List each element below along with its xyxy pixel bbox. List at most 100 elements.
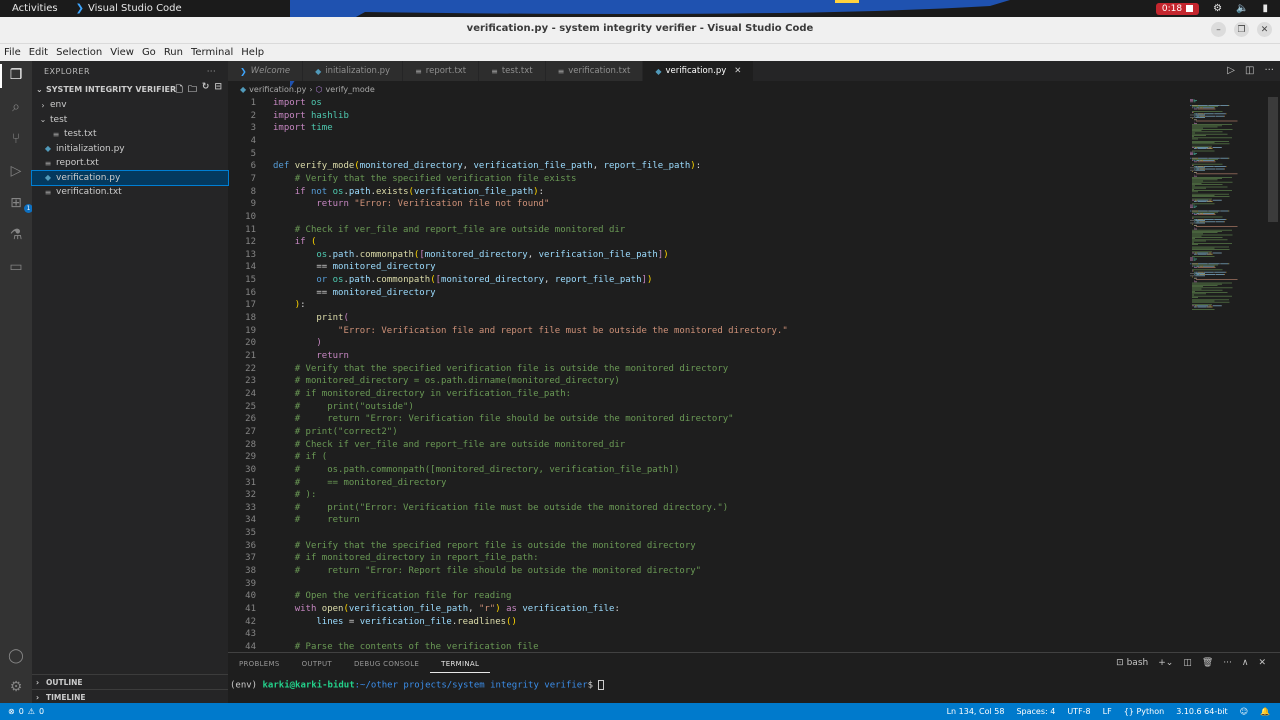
code-token: : — [538, 186, 545, 197]
close-tab-icon[interactable]: ✕ — [734, 66, 741, 76]
tree-item-env[interactable]: › env — [32, 98, 228, 113]
refresh-icon[interactable]: ↻ — [202, 82, 210, 98]
new-file-icon[interactable]: 🗋 — [176, 82, 183, 98]
collapse-all-icon[interactable]: ⊟ — [214, 82, 222, 98]
tab-verification-txt[interactable]: ≡ verification.txt — [545, 61, 644, 81]
tab-output[interactable]: OUTPUT — [291, 660, 343, 668]
source-control-icon[interactable]: ⑂ — [7, 130, 25, 148]
network-icon[interactable]: ⚙ — [1213, 3, 1222, 14]
tab-initialization-py[interactable]: ◆ initialization.py — [303, 61, 404, 81]
tab-test-txt[interactable]: ≡ test.txt — [479, 61, 546, 81]
split-editor-icon[interactable]: ◫ — [1245, 65, 1254, 76]
end-of-line[interactable]: LF — [1103, 707, 1112, 716]
panel-tabs: PROBLEMS OUTPUT DEBUG CONSOLE TERMINAL — [228, 653, 491, 675]
code-editor[interactable]: 1 import os 2 import hashlib 3 import time 4 5 6… — [228, 97, 1188, 652]
minimap-line — [1207, 253, 1212, 255]
tab-report-txt[interactable]: ≡ report.txt — [403, 61, 480, 81]
menu-go[interactable]: Go — [138, 47, 160, 58]
split-terminal-icon[interactable]: ◫ — [1183, 658, 1192, 668]
minimap-line — [1214, 271, 1226, 273]
notifications-icon[interactable]: 🔔 — [1260, 707, 1270, 716]
line-number: 3 — [250, 123, 256, 134]
close-window-button[interactable]: ✕ — [1257, 22, 1272, 37]
timeline-section[interactable]: › TIMELINE — [32, 689, 228, 704]
menu-view[interactable]: View — [106, 47, 138, 58]
menu-terminal[interactable]: Terminal — [187, 47, 237, 58]
minimap-line — [1193, 265, 1195, 267]
minimap[interactable] — [1188, 97, 1268, 652]
clock[interactable]: Feb 12 23:03 — [605, 4, 664, 14]
activities-button[interactable]: Activities — [0, 3, 70, 14]
cursor-position[interactable]: Ln 134, Col 58 — [947, 707, 1005, 716]
app-menu[interactable]: ❯ Visual Studio Code — [70, 3, 188, 14]
more-icon[interactable]: ··· — [1264, 65, 1274, 76]
outline-section[interactable]: › OUTLINE — [32, 674, 228, 689]
python-interpreter[interactable]: 3.10.6 64-bit — [1176, 707, 1228, 716]
close-panel-icon[interactable]: ✕ — [1258, 658, 1266, 668]
menu-file[interactable]: File — [0, 47, 25, 58]
code-token: report_file_path — [603, 161, 691, 172]
editor-scrollbar[interactable] — [1268, 97, 1278, 222]
recording-indicator[interactable]: 0:18 — [1155, 2, 1200, 15]
more-actions-icon[interactable]: ··· — [207, 67, 216, 76]
workspace-section[interactable]: ⌄ SYSTEM INTEGRITY VERIFIER 🗋 🗀 ↻ ⊟ — [32, 81, 228, 98]
tab-debug-console[interactable]: DEBUG CONSOLE — [343, 660, 430, 668]
minimap-line — [1193, 257, 1195, 259]
settings-gear-icon[interactable]: ⚙ — [7, 678, 25, 696]
code-line: 13 os.path.commonpath([monitored_directo… — [228, 249, 1188, 262]
remote-explorer-icon[interactable]: ▭ — [7, 258, 25, 276]
maximize-button[interactable]: ❐ — [1234, 22, 1249, 37]
battery-icon[interactable]: ▮ — [1262, 3, 1268, 14]
tab-terminal[interactable]: TERMINAL — [430, 655, 491, 673]
minimap-line — [1193, 107, 1195, 109]
more-icon[interactable]: ··· — [1223, 658, 1232, 668]
minimap-line — [1196, 168, 1197, 170]
search-icon[interactable]: ⌕ — [7, 98, 25, 116]
tab-verification-py[interactable]: ◆ verification.py ✕ — [643, 61, 755, 81]
minimap-line — [1192, 196, 1230, 197]
explorer-icon[interactable]: ❐ — [7, 66, 25, 84]
tree-item-verification-py[interactable]: ◆ verification.py — [31, 169, 229, 186]
minimap-line — [1192, 235, 1202, 237]
tab-welcome[interactable]: ❯ Welcome — [228, 61, 304, 81]
feedback-icon[interactable]: ☺ — [1240, 707, 1248, 716]
extensions-icon[interactable]: ⊞ 1 — [7, 194, 33, 213]
menu-selection[interactable]: Selection — [52, 47, 106, 58]
minimap-line — [1225, 271, 1226, 273]
problems-status[interactable]: ⊗ 0 ⚠ 0 — [0, 707, 44, 716]
minimap-line — [1194, 225, 1197, 226]
menu-help[interactable]: Help — [237, 47, 268, 58]
kill-terminal-icon[interactable]: 🗑 — [1202, 658, 1213, 668]
language-mode[interactable]: {} Python — [1124, 707, 1164, 716]
new-folder-icon[interactable]: 🗀 — [188, 82, 197, 98]
minimize-button[interactable]: – — [1211, 22, 1226, 37]
maximize-panel-icon[interactable]: ∧ — [1242, 658, 1249, 668]
breadcrumb-file[interactable]: verification.py — [249, 85, 306, 94]
terminal-shell[interactable]: ⊡ bash — [1116, 658, 1148, 668]
tree-item-verification-txt[interactable]: ≡ verification.txt — [32, 185, 228, 200]
minimap-line — [1192, 171, 1193, 172]
tab-problems[interactable]: PROBLEMS — [228, 660, 291, 668]
menu-run[interactable]: Run — [160, 47, 187, 58]
run-debug-icon[interactable]: ▷ — [7, 162, 25, 180]
tree-item-test[interactable]: ⌄ test — [32, 113, 228, 128]
encoding[interactable]: UTF-8 — [1067, 707, 1090, 716]
tree-item-test-txt[interactable]: ≡ test.txt — [32, 127, 228, 142]
menu-edit[interactable]: Edit — [25, 47, 52, 58]
tab-label: test.txt — [501, 66, 533, 76]
tree-item-initialization-py[interactable]: ◆ initialization.py — [32, 142, 228, 157]
tree-item-report-txt[interactable]: ≡ report.txt — [32, 156, 228, 171]
indentation[interactable]: Spaces: 4 — [1016, 707, 1055, 716]
run-file-icon[interactable]: ▷ — [1227, 65, 1235, 76]
minimap-line — [1214, 213, 1215, 214]
testing-icon[interactable]: ⚗ — [7, 226, 25, 244]
new-terminal-icon[interactable]: +⌄ — [1158, 658, 1173, 668]
minimap-line — [1199, 107, 1200, 109]
volume-icon[interactable]: 🔈 — [1236, 3, 1248, 14]
account-icon[interactable]: ◯ — [7, 647, 25, 665]
breadcrumb-symbol[interactable]: verify_mode — [326, 85, 375, 94]
terminal-output[interactable]: (env) karki@karki-bidut:~/other projects… — [230, 680, 605, 691]
